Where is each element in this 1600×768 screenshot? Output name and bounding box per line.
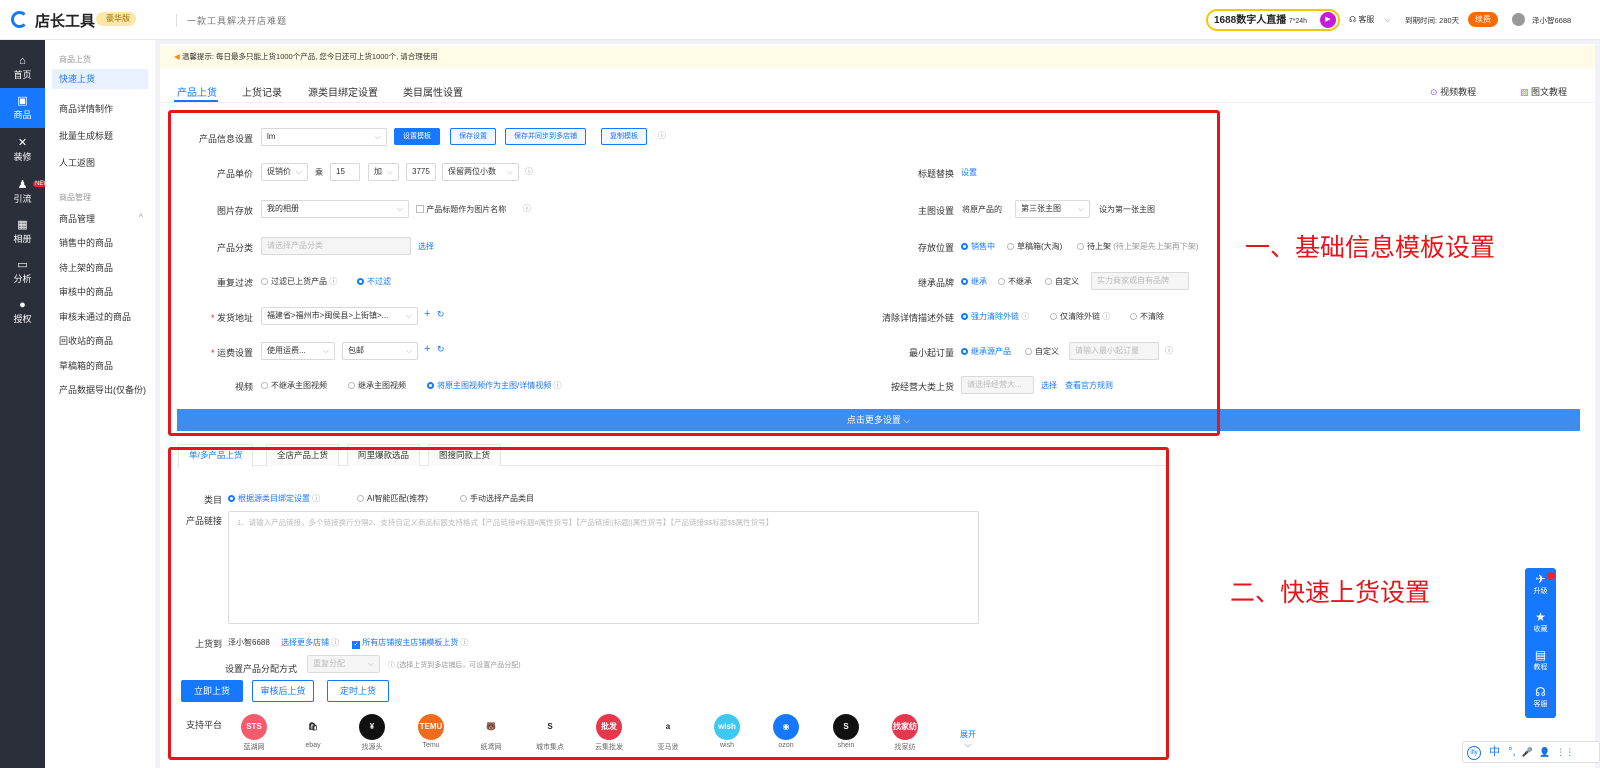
service-link[interactable]: ☊ 客服 ⌵ [1349,14,1391,25]
nav-auth[interactable]: ● 授权 [0,292,45,332]
annotation-box-basic [168,110,1220,436]
vip-badge: 豪华版 [96,12,136,26]
live-tag: 7*24h [1288,18,1308,25]
submenu-item-return-image[interactable]: 人工返图 [59,156,95,169]
nav-home[interactable]: ⌂ 首页 [0,48,45,88]
float-favorite[interactable]: ★ 收藏 [1525,610,1556,634]
chevron-down-icon: ⌵ [1384,15,1391,24]
headset-icon: ☊ [1535,685,1546,699]
nav-analysis[interactable]: ▭ 分析 [0,252,45,292]
logo-icon [11,11,28,28]
slogan: 一款工具解决开店难题 [176,14,287,27]
submenu-item-on-sale[interactable]: 销售中的商品 [59,236,113,249]
renew-button[interactable]: 续费 [1468,12,1498,27]
brand-name: 店长工具 [35,13,96,30]
speaker-icon: ◀ [174,52,180,61]
headset-icon: ☊ [1349,15,1357,24]
nav-goods[interactable]: ▣ 商品 [0,88,45,128]
submenu-item-recycle[interactable]: 回收站的商品 [59,334,113,347]
annotation-box-quick [168,447,1169,760]
annotation-basic: 一、基础信息模板设置 [1245,233,1496,262]
left-nav: ⌂ 首页 ▣ 商品 ✕ 装修 ♟ 引流 NEW ▦ 相册 ▭ 分析 ● 授权 [0,40,51,768]
nav-album[interactable]: ▦ 相册 [0,212,45,252]
live-title: 1688数字人直播 [1214,15,1287,26]
punct-icon[interactable]: °, [1508,746,1515,758]
submenu-item-detail[interactable]: 商品详情制作 [59,102,113,115]
ime-logo-icon[interactable]: ifly [1467,746,1481,760]
tools-icon: ✕ [17,137,28,149]
album-icon: ▦ [17,219,28,231]
ime-toolbar: ifly 中 °, 🎤 👤 ⋮⋮ [1462,741,1600,763]
play-icon: ▶ [1320,12,1336,28]
chevron-up-icon: ^ [138,212,143,222]
avatar[interactable] [1512,13,1525,26]
doc-tutorial-link[interactable]: ▨ 图文教程 [1520,85,1567,98]
submenu-group-manage: 商品管理 [59,193,91,202]
submenu-item-export[interactable]: 产品数据导出(仅备份) [59,383,146,396]
sub-menu: 商品上货 快速上货 商品详情制作 批量生成标题 人工返图 商品管理 商品管理 ^ … [45,40,155,768]
float-service[interactable]: ☊ 客服 [1525,685,1556,709]
submenu-item-drafts[interactable]: 草稿箱的商品 [59,359,113,372]
ime-lang[interactable]: 中 [1489,746,1500,758]
submenu-item-quick-upload[interactable]: 快速上货 [52,69,148,89]
tab-upload[interactable]: 产品上货 [177,84,217,99]
mic-icon[interactable]: 🎤 [1522,747,1533,757]
play-circle-icon: ⊙ [1430,87,1438,97]
annotation-quick: 二、快速上货设置 [1230,578,1431,607]
tab-records[interactable]: 上货记录 [242,84,282,99]
top-bar: 店长工具 豪华版 一款工具解决开店难题 1688数字人直播 7*24h ▶ ☊ … [0,0,1600,40]
tabs-divider [160,102,1595,103]
monitor-icon: ▭ [17,259,28,271]
submenu-item-titles[interactable]: 批量生成标题 [59,129,113,142]
goods-icon: ▣ [17,95,28,107]
grid-icon[interactable]: ⋮⋮ [1556,747,1574,757]
notice-bar: ◀ 温馨提示: 每日最多只能上货1000个产品, 您今日还可上货1000个, 请… [160,46,1595,68]
submenu-item-reviewing[interactable]: 审核中的商品 [59,285,113,298]
nav-traffic[interactable]: ♟ 引流 NEW [0,172,51,212]
submenu-group-upload: 商品上货 [59,55,91,64]
user-icon[interactable]: 👤 [1539,747,1550,757]
expire-text: 到期时间: 280天 [1405,16,1460,25]
home-icon: ⌂ [19,55,26,67]
tab-category-bind[interactable]: 源类目绑定设置 [308,84,378,99]
video-tutorial-link[interactable]: ⊙ 视频教程 [1430,85,1476,98]
submenu-item-pending[interactable]: 待上架的商品 [59,261,113,274]
live-banner[interactable]: 1688数字人直播 7*24h ▶ [1206,9,1340,31]
user-name[interactable]: 泽小智6688 [1532,15,1571,26]
submenu-item-rejected[interactable]: 审核未通过的商品 [59,310,131,323]
image-icon: ▨ [1520,87,1529,97]
notification-dot [1547,572,1555,580]
tab-category-attr[interactable]: 类目属性设置 [403,84,463,99]
nav-decorate[interactable]: ✕ 装修 [0,130,45,170]
float-tutorial[interactable]: ▤ 教程 [1525,648,1556,672]
submenu-item-manage[interactable]: 商品管理 ^ [59,212,143,225]
book-icon: ▤ [1534,648,1547,662]
star-icon: ★ [1535,610,1546,624]
pin-icon: ● [19,299,26,311]
